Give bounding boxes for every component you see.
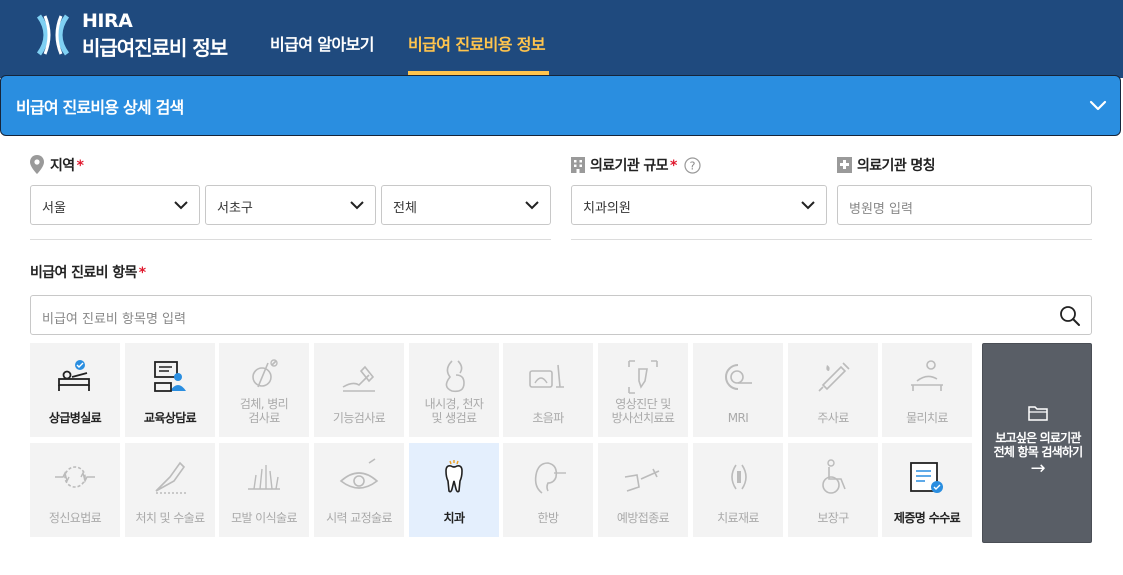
facility-name-input[interactable]: 병원명 입력 [837, 185, 1092, 225]
surgery-icon [155, 461, 186, 494]
mri-icon [725, 364, 752, 390]
facility-name-label: 의료기관 명칭 [857, 158, 936, 174]
category-tile-certificate[interactable]: 제증명 수수료 [882, 443, 972, 537]
top-header: HIRA 비급여진료비 정보 비급여 알아보기 비급여 진료비용 정보 [0, 0, 1123, 78]
item-search-input[interactable]: 비급여 진료비 항목명 입력 [30, 295, 1092, 335]
category-tile-function-test[interactable]: 기능검사료 [314, 343, 404, 437]
hair-icon [248, 465, 280, 490]
xray-icon [628, 360, 658, 394]
facility-size-select[interactable]: 치과의원 [571, 185, 827, 225]
folder-icon [1028, 406, 1048, 421]
facility-size-label: 의료기관 규모 * [590, 158, 677, 174]
wheelchair-icon [822, 459, 846, 494]
items-label: 비급여 진료비 항목 * [30, 265, 146, 281]
chevron-down-icon[interactable] [1088, 96, 1108, 116]
svg-text:?: ? [690, 160, 696, 173]
category-tile-premium-room[interactable]: 상급병실료 [30, 343, 120, 437]
nav-item-about-noncovered[interactable]: 비급여 알아보기 [270, 31, 374, 55]
category-tile-vaccination[interactable]: 예방접종료 [598, 443, 688, 537]
detail-search-panel-header[interactable]: 비급여 진료비용 상세 검색 [0, 75, 1121, 136]
brand-small: HIRA [82, 10, 133, 32]
category-tile-imaging[interactable]: 영상진단 및 방사선치료료 [598, 343, 688, 437]
region-city-select[interactable]: 서울 [30, 185, 200, 225]
hospital-bed-icon [58, 360, 90, 391]
category-tile-pathology[interactable]: 검체, 병리 검사료 [219, 343, 309, 437]
category-tile-oriental-medicine[interactable]: 한방 [503, 443, 593, 537]
function-test-icon [342, 365, 375, 392]
region-label: 지역 * [50, 158, 84, 174]
brain-icon [55, 466, 95, 488]
category-tile-mri[interactable]: MRI [693, 343, 783, 437]
eye-icon [339, 458, 379, 489]
building-icon [571, 157, 585, 173]
location-pin-icon [30, 155, 44, 174]
hira-logo-icon[interactable] [36, 12, 70, 58]
ultrasound-icon [529, 364, 564, 388]
facility-divider [571, 239, 1092, 240]
detail-search-title: 비급여 진료비용 상세 검색 [16, 98, 184, 117]
chevron-down-icon [350, 201, 364, 210]
physiotherapy-icon [911, 360, 943, 391]
brand-title[interactable]: 비급여진료비 정보 [82, 32, 228, 61]
category-tile-injection[interactable]: 주사료 [788, 343, 878, 437]
category-tile-psychotherapy[interactable]: 정신요법료 [30, 443, 120, 537]
category-tile-surgery[interactable]: 처치 및 수술료 [125, 443, 215, 537]
chevron-down-icon [801, 201, 815, 210]
counseling-icon [154, 361, 186, 392]
ear-acupuncture-icon [534, 462, 566, 494]
category-tile-hair-transplant[interactable]: 모발 이식술료 [219, 443, 309, 537]
category-tile-counseling[interactable]: 교육상담료 [125, 343, 215, 437]
category-tile-ultrasound[interactable]: 초음파 [503, 343, 593, 437]
category-tile-endoscopy[interactable]: 내시경, 천자 및 생검료 [409, 343, 499, 437]
hospital-icon [837, 157, 852, 173]
medical-material-icon [731, 464, 747, 490]
nav-item-cost-info[interactable]: 비급여 진료비용 정보 [408, 31, 546, 55]
category-tile-vision-correction[interactable]: 시력 교정술료 [314, 443, 404, 537]
arrow-right-icon: → [1030, 458, 1046, 479]
chevron-down-icon [174, 201, 188, 210]
endoscope-icon [445, 360, 465, 393]
syringe-icon [818, 362, 850, 392]
region-subarea-select[interactable]: 전체 [381, 185, 551, 225]
region-divider [30, 239, 551, 240]
chevron-down-icon [525, 201, 539, 210]
microscope-icon [252, 359, 278, 388]
category-tile-assistive-devices[interactable]: 보장구 [788, 443, 878, 537]
help-icon[interactable]: ? [684, 157, 701, 174]
category-tile-dental[interactable]: 치과 [409, 443, 499, 537]
vaccine-icon [624, 468, 660, 492]
search-all-items-button[interactable]: 보고싶은 의료기관 전체 항목 검색하기 → [982, 343, 1092, 543]
category-tile-physiotherapy[interactable]: 물리치료 [882, 343, 972, 437]
search-all-items-label: 보고싶은 의료기관 전체 항목 검색하기 [993, 431, 1083, 459]
search-icon[interactable] [1059, 305, 1081, 327]
tooth-icon [445, 460, 463, 493]
region-district-select[interactable]: 서초구 [205, 185, 376, 225]
category-tile-medical-materials[interactable]: 치료재료 [693, 443, 783, 537]
certificate-icon [910, 462, 943, 493]
